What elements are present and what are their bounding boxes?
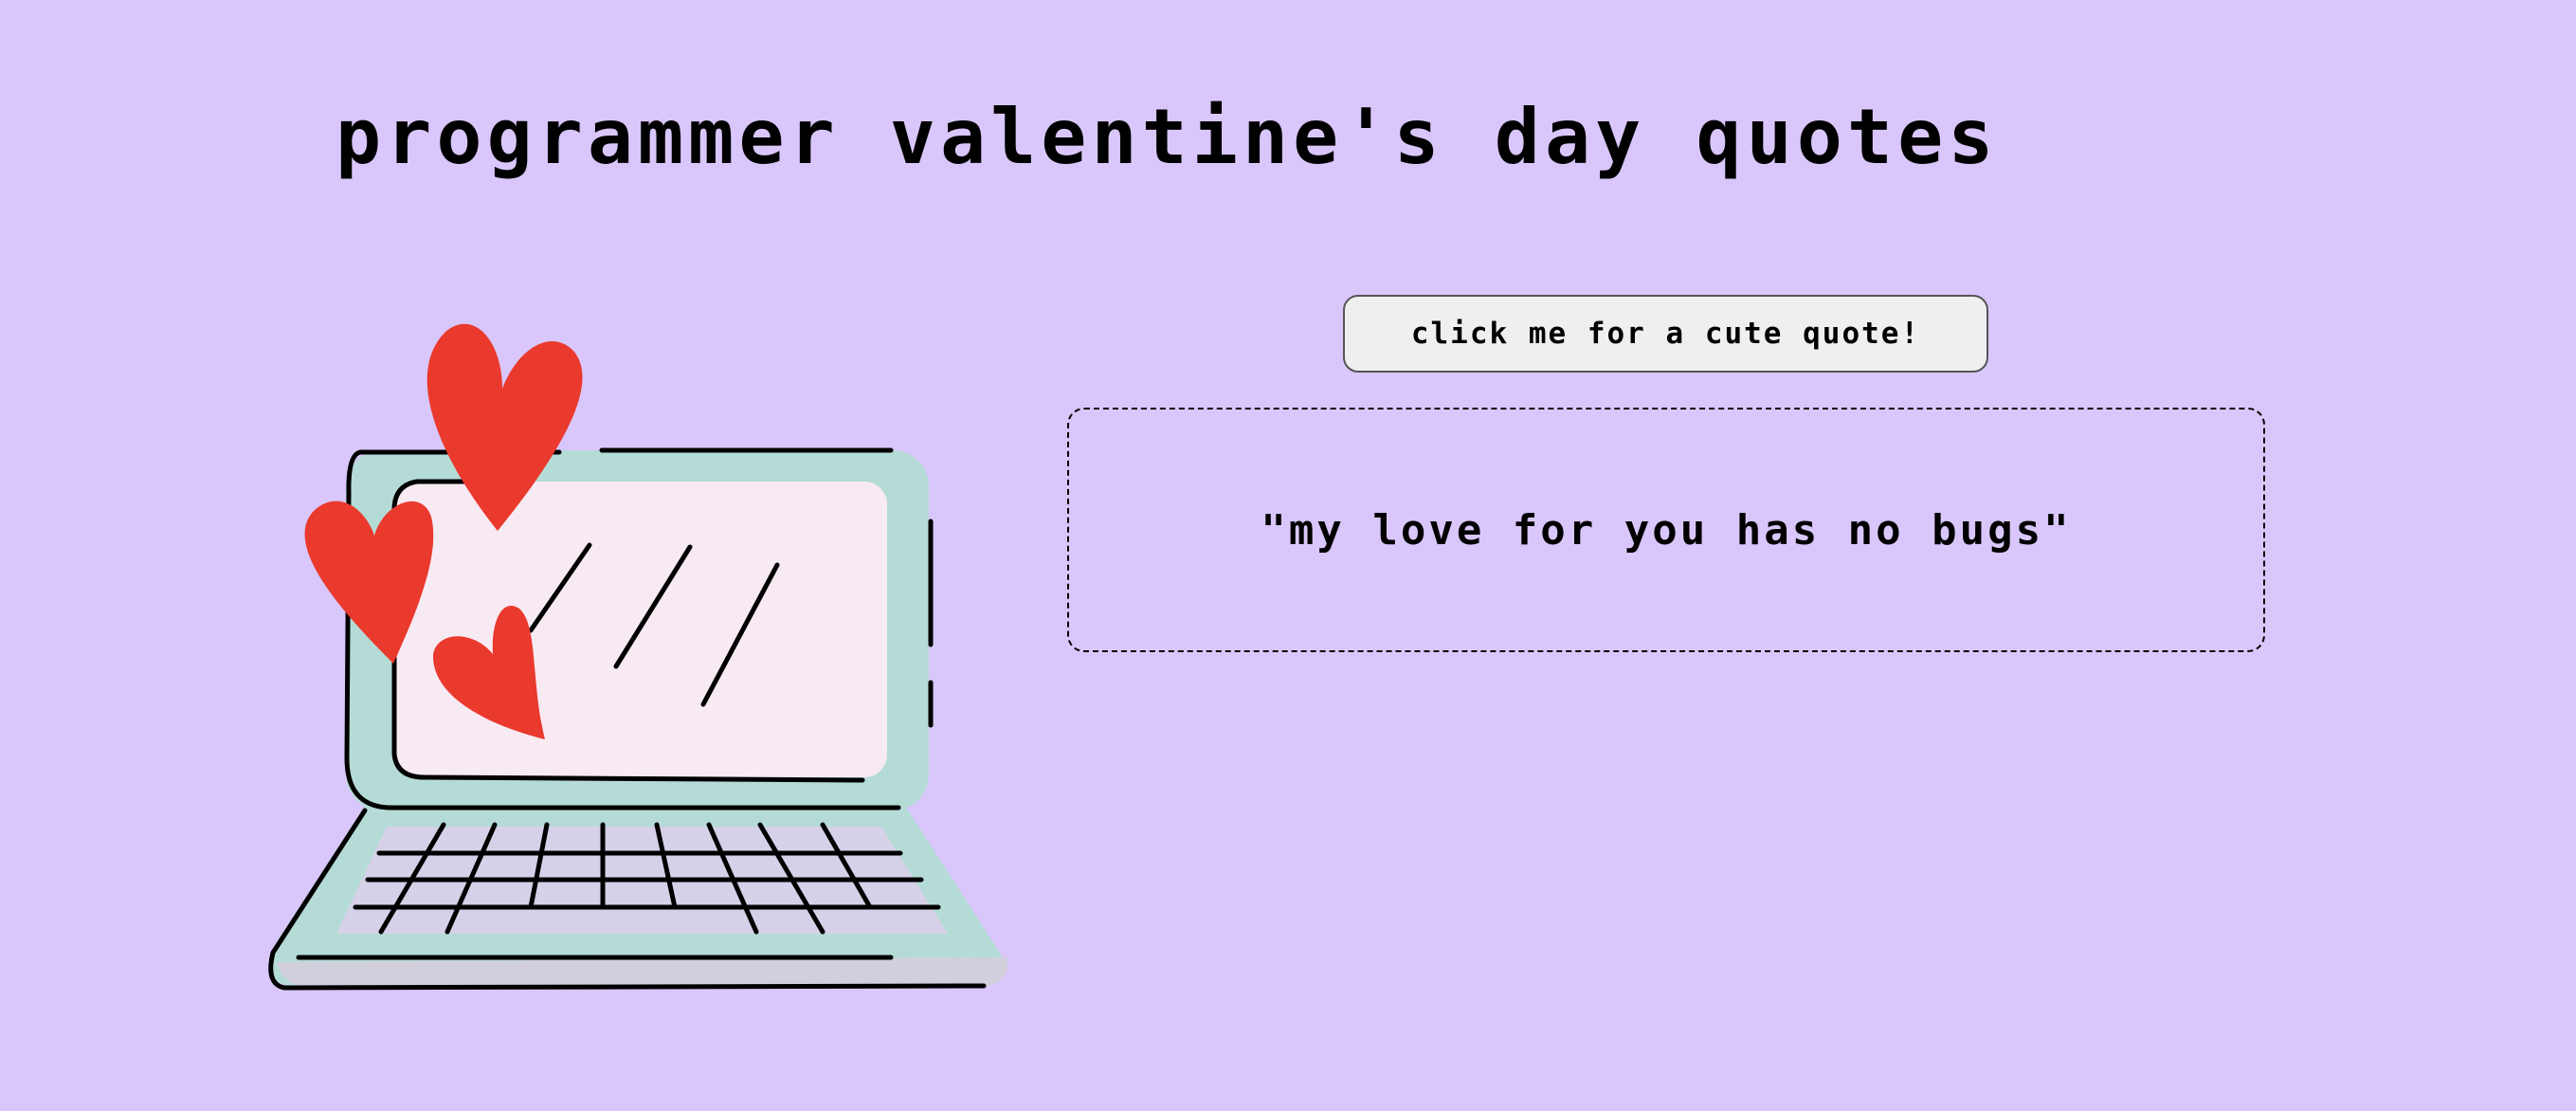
cute-quote-button[interactable]: click me for a cute quote! (1343, 295, 1988, 373)
quote-display-box: "my love for you has no bugs" (1067, 408, 2265, 652)
laptop-with-hearts-illustration (268, 323, 1008, 991)
quote-text: "my love for you has no bugs" (1261, 505, 2072, 555)
page-title: programmer valentine's day quotes (336, 93, 1999, 181)
